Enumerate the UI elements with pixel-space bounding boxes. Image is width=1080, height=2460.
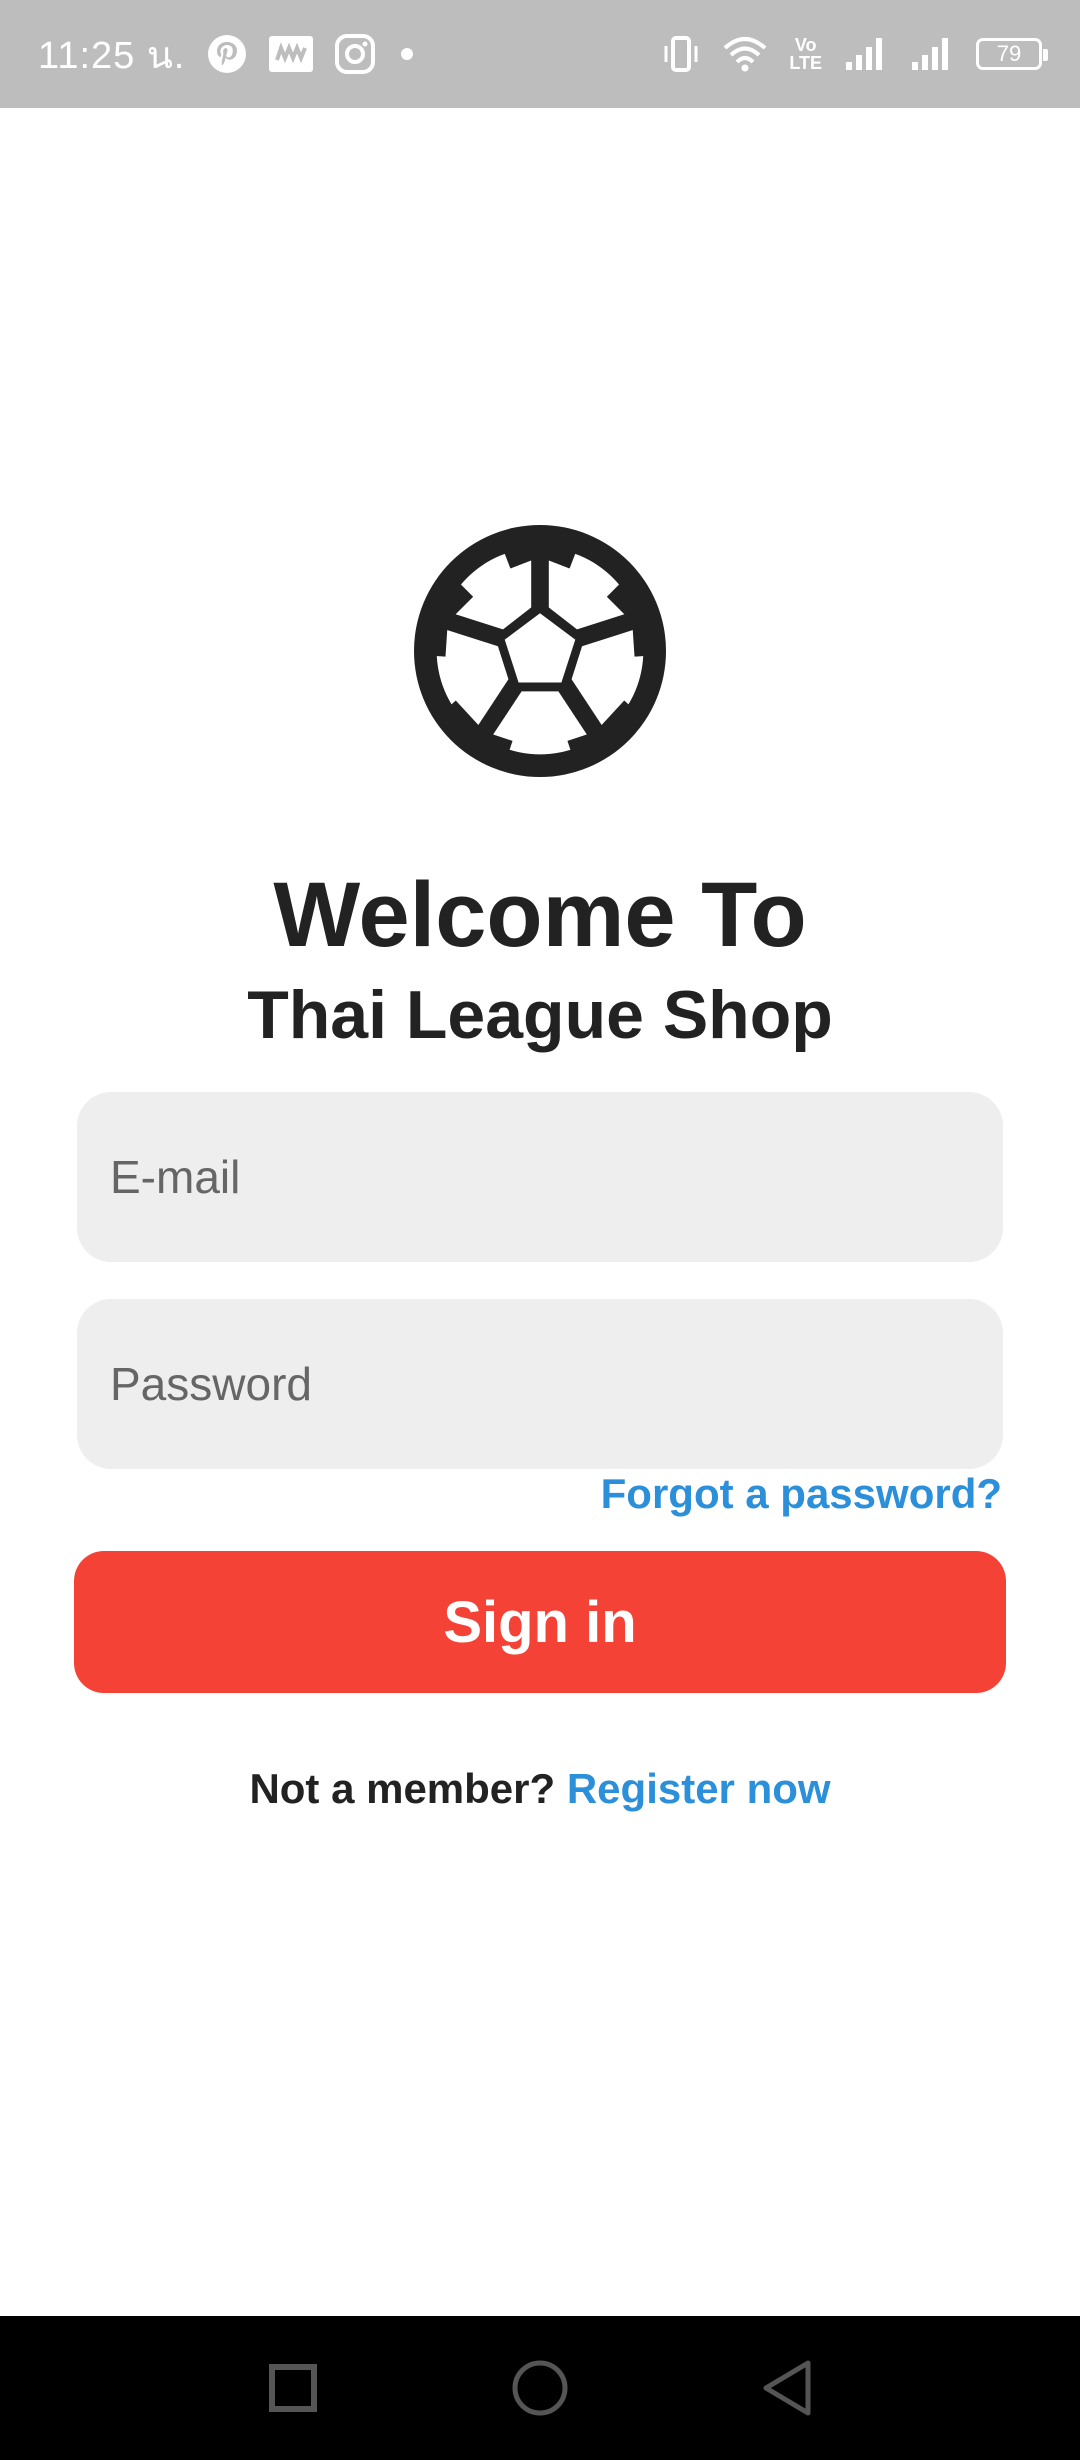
- recents-square-icon[interactable]: [248, 2343, 338, 2433]
- signal-icon: [910, 36, 954, 72]
- register-row: Not a member? Register now: [0, 1765, 1080, 1813]
- vibrate-icon: [661, 34, 701, 74]
- status-bar: 11:25 น. Vo LTE 79: [0, 0, 1080, 108]
- nav-bar: [0, 2316, 1080, 2460]
- back-triangle-icon[interactable]: [742, 2343, 832, 2433]
- wifi-icon: [723, 34, 767, 74]
- welcome-title: Welcome To: [273, 864, 807, 966]
- status-time: 11:25 น.: [38, 34, 186, 77]
- password-field[interactable]: [77, 1299, 1003, 1469]
- dot-icon: [397, 44, 417, 64]
- volte-label-bottom: LTE: [789, 53, 822, 73]
- status-bar-left: 11:25 น.: [38, 24, 417, 85]
- news-icon: [269, 34, 314, 74]
- forgot-password-link[interactable]: Forgot a password?: [601, 1470, 1002, 1518]
- home-circle-icon[interactable]: [495, 2343, 585, 2433]
- welcome-subtitle: Thai League Shop: [247, 977, 833, 1053]
- signal-icon: [844, 36, 888, 72]
- volte-icon: Vo LTE: [789, 36, 822, 72]
- sign-in-button[interactable]: Sign in: [74, 1551, 1006, 1693]
- register-now-link[interactable]: Register now: [567, 1765, 831, 1812]
- instagram-icon: [335, 34, 376, 74]
- soccer-ball-icon: [414, 525, 666, 777]
- status-bar-right: Vo LTE 79: [661, 34, 1048, 74]
- email-field[interactable]: [77, 1092, 1003, 1262]
- register-prompt: Not a member?: [249, 1765, 556, 1812]
- battery-icon: 79: [976, 38, 1048, 70]
- pinterest-icon: [207, 34, 247, 74]
- volte-label-top: Vo: [794, 35, 817, 55]
- battery-level: 79: [996, 41, 1022, 66]
